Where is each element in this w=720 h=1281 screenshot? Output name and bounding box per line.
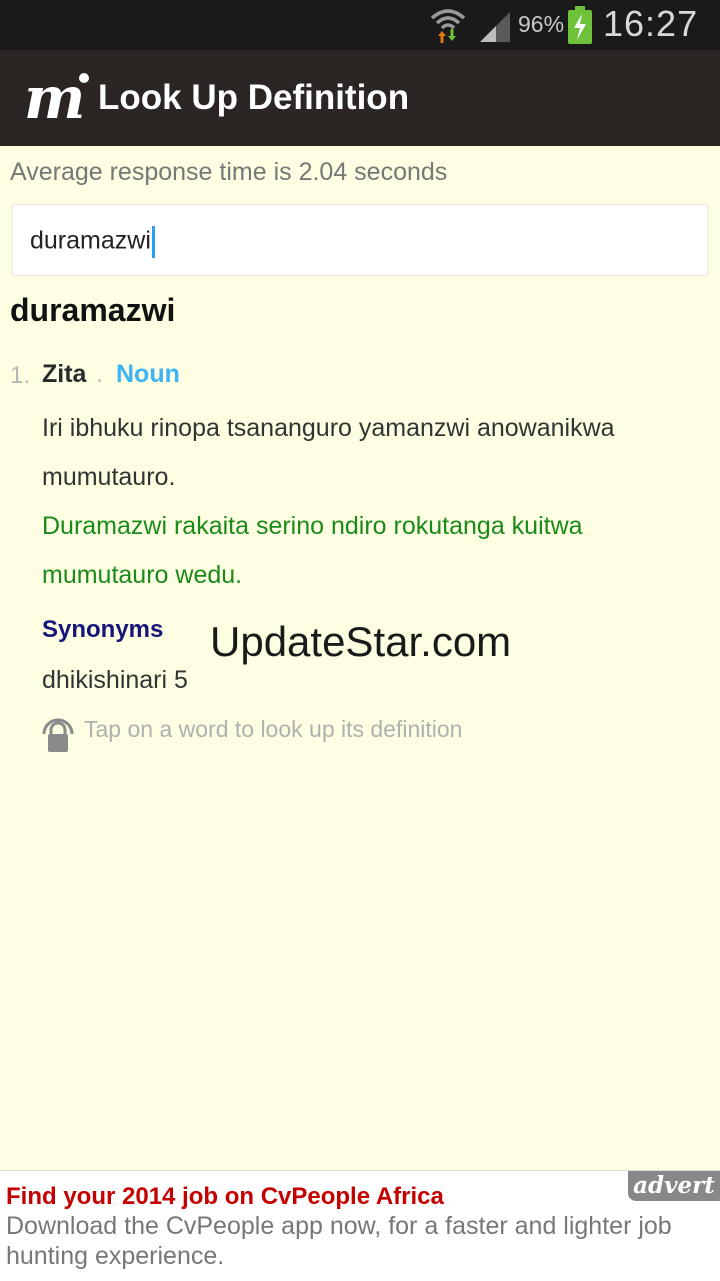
watermark: UpdateStar.com	[210, 618, 512, 665]
response-time-text: Average response time is 2.04 seconds	[10, 158, 448, 186]
signal-icon	[480, 12, 510, 42]
advert-badge: advert	[628, 1171, 720, 1201]
search-input-value[interactable]: duramazwi	[30, 226, 155, 258]
sense-word[interactable]: Zita	[42, 360, 86, 389]
definition-text[interactable]: Iri ibhuku rinopa tsananguro yamanzwi an…	[42, 404, 702, 502]
text-cursor	[151, 226, 155, 258]
sense-number: 1.	[10, 362, 31, 389]
example-sentence[interactable]: Duramazwi rakaita serino ndiro rokutanga…	[42, 502, 702, 600]
tap-hint-text: Tap on a word to look up its definition	[84, 716, 463, 742]
m-logo-icon[interactable]: m	[24, 70, 92, 126]
page-title: Look Up Definition	[98, 78, 410, 117]
status-bar: 96% 16:27	[0, 0, 720, 50]
sense-separator: .	[96, 360, 103, 388]
ad-body[interactable]: Download the CvPeople app now, for a fas…	[6, 1211, 712, 1271]
headword: duramazwi	[10, 292, 176, 328]
ad-title[interactable]: Find your 2014 job on CvPeople Africa	[6, 1183, 444, 1211]
search-input[interactable]: duramazwi	[12, 204, 708, 276]
tap-lock-icon	[42, 718, 74, 752]
clock: 16:27	[603, 3, 699, 44]
ad-banner[interactable]: advert Find your 2014 job on CvPeople Af…	[0, 1170, 720, 1281]
wifi-icon	[430, 9, 466, 43]
battery-percent: 96%	[518, 11, 565, 37]
action-bar: m Look Up Definition	[0, 50, 720, 146]
part-of-speech[interactable]: Noun	[116, 360, 180, 389]
svg-text:m: m	[24, 70, 85, 126]
synonyms-label: Synonyms	[42, 616, 164, 643]
battery-charging-icon	[568, 6, 592, 44]
synonyms-value[interactable]: dhikishinari 5	[42, 666, 188, 695]
